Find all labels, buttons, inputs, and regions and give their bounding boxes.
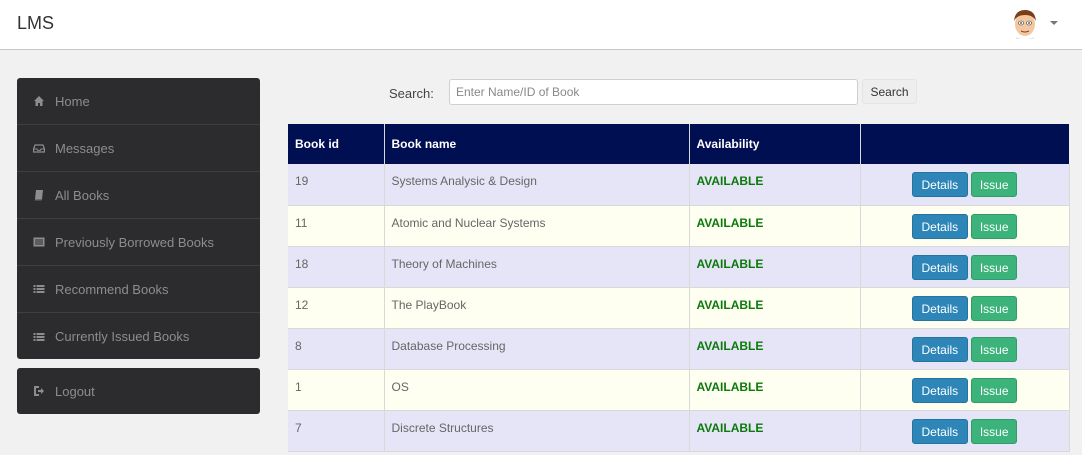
book-name-cell: Systems Analysic & Design — [384, 164, 690, 206]
sidebar-item-label: All Books — [55, 187, 110, 203]
availability-cell: AVAILABLE — [689, 246, 861, 288]
book-id-cell: 8 — [288, 328, 385, 370]
sidebar-item-previously-borrowed-books[interactable]: Previously Borrowed Books — [17, 219, 260, 266]
issue-button[interactable]: Issue — [971, 295, 1018, 321]
sidebar-item-label: Currently Issued Books — [55, 329, 190, 344]
book-id-cell: 12 — [288, 287, 385, 329]
issue-button[interactable]: Issue — [971, 377, 1018, 403]
user-avatar-icon[interactable] — [1010, 7, 1040, 39]
availability-cell: AVAILABLE — [689, 205, 861, 247]
issue-button[interactable]: Issue — [971, 172, 1018, 197]
list-icon — [33, 283, 45, 295]
sidebar-item-all-books[interactable]: All Books — [17, 172, 260, 219]
actions-cell: Details Issue — [860, 410, 1070, 452]
availability-cell: AVAILABLE — [689, 287, 861, 329]
issue-button[interactable]: Issue — [971, 418, 1018, 444]
books-table: Book id Book name Availability 19 Systems… — [288, 124, 1070, 452]
user-menu[interactable] — [1010, 6, 1058, 40]
table-row: 8 Database Processing AVAILABLE Details Iss… — [288, 328, 1070, 370]
details-button[interactable]: Details — [911, 418, 968, 444]
sidebar-item-currently-issued-books[interactable]: Currently Issued Books — [17, 313, 260, 359]
home-icon — [33, 95, 45, 107]
search-button[interactable]: Search — [862, 79, 917, 104]
actions-cell: Details Issue — [860, 205, 1070, 247]
list-icon — [33, 331, 45, 343]
details-button[interactable]: Details — [911, 336, 968, 362]
sidebar-nav: Home Messages All Books Previously Borrowed… — [17, 78, 260, 359]
availability-cell: AVAILABLE — [689, 369, 861, 411]
search-label: Search: — [389, 86, 434, 101]
column-header-book-id: Book id — [288, 124, 385, 164]
details-button[interactable]: Details — [911, 295, 968, 321]
issue-button[interactable]: Issue — [971, 254, 1018, 280]
actions-cell: Details Issue — [860, 369, 1070, 411]
issue-button[interactable]: Issue — [971, 213, 1018, 239]
details-button[interactable]: Details — [911, 377, 968, 403]
app-title[interactable]: LMS — [17, 13, 54, 34]
issue-button[interactable]: Issue — [971, 336, 1018, 362]
table-row: 11 Atomic and Nuclear Systems AVAILABLE Det… — [288, 205, 1070, 247]
details-button[interactable]: Details — [911, 213, 968, 239]
search-input[interactable] — [449, 79, 858, 105]
top-navbar: LMS — [0, 0, 1082, 50]
sidebar-item-messages[interactable]: Messages — [17, 125, 260, 172]
book-id-cell: 1 — [288, 369, 385, 411]
book-name-cell: Discrete Structures — [384, 410, 690, 452]
column-header-book-name: Book name — [384, 124, 690, 164]
actions-cell: Details Issue — [860, 246, 1070, 288]
table-header-row: Book id Book name Availability — [288, 124, 1069, 164]
column-header-availability: Availability — [689, 124, 861, 164]
logout-button[interactable]: Logout — [17, 368, 260, 414]
book-icon — [33, 189, 45, 201]
book-id-cell: 18 — [288, 246, 385, 288]
book-name-cell: The PlayBook — [384, 287, 690, 329]
actions-cell: Details Issue — [860, 328, 1070, 370]
book-id-cell: 7 — [288, 410, 385, 452]
table-row: 1 OS AVAILABLE Details Issue — [288, 369, 1070, 411]
table-row: 19 Systems Analysic & Design AVAILABLE Deta… — [288, 164, 1070, 206]
table-row: 7 Discrete Structures AVAILABLE Details Iss… — [288, 410, 1070, 452]
book-name-cell: OS — [384, 369, 690, 411]
sidebar-item-home[interactable]: Home — [17, 78, 260, 125]
actions-cell: Details Issue — [860, 287, 1070, 329]
availability-cell: AVAILABLE — [689, 410, 861, 452]
sidebar-item-label: Recommend Books — [55, 281, 169, 297]
logout-icon — [33, 385, 45, 397]
book-name-cell: Atomic and Nuclear Systems — [384, 205, 690, 247]
book-name-cell: Theory of Machines — [384, 246, 690, 288]
table-row: 12 The PlayBook AVAILABLE Details Issue — [288, 287, 1070, 329]
sidebar-item-label: Previously Borrowed Books — [55, 234, 214, 250]
actions-cell: Details Issue — [860, 164, 1070, 206]
logout-label: Logout — [55, 383, 95, 399]
book-name-cell: Database Processing — [384, 328, 690, 370]
list-alt-icon — [33, 236, 45, 248]
inbox-icon — [33, 142, 45, 154]
details-button[interactable]: Details — [911, 254, 968, 280]
sidebar-item-recommend-books[interactable]: Recommend Books — [17, 266, 260, 313]
book-id-cell: 11 — [288, 205, 385, 247]
sidebar-item-label: Home — [55, 93, 90, 109]
availability-cell: AVAILABLE — [689, 164, 861, 206]
book-id-cell: 19 — [288, 164, 385, 206]
table-row: 18 Theory of Machines AVAILABLE Details Iss… — [288, 246, 1070, 288]
chevron-down-icon[interactable] — [1050, 21, 1058, 25]
availability-cell: AVAILABLE — [689, 328, 861, 370]
sidebar-item-label: Messages — [55, 140, 115, 156]
details-button[interactable]: Details — [911, 172, 968, 197]
column-header-actions — [860, 124, 1069, 164]
